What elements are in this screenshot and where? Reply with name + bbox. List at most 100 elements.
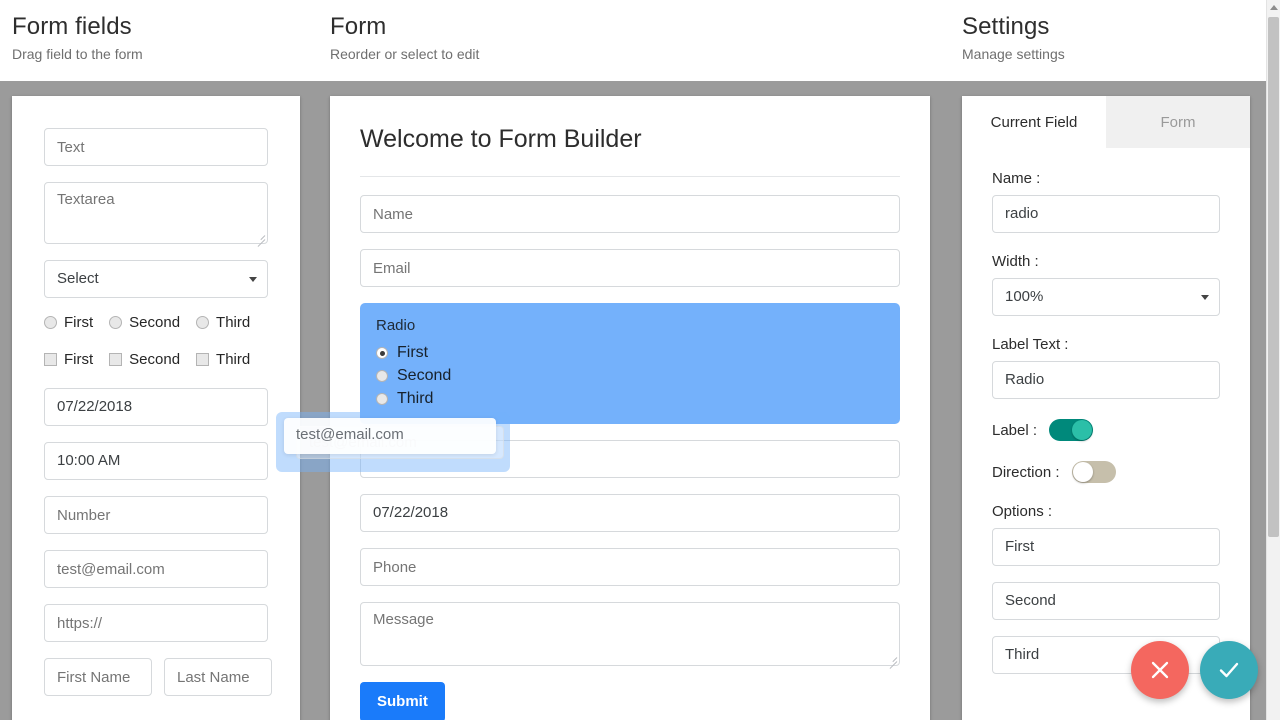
palette-time-field[interactable]: 10:00 AM (44, 442, 268, 480)
settings-options-label: Options : (992, 503, 1220, 520)
settings-panel: Current Field Form Name : radio Width : … (962, 96, 1250, 720)
form-fields-title: Form fields (12, 0, 143, 41)
form-builder-app: Form fields Drag field to the form Form … (0, 0, 1280, 720)
header-column-form: Form Reorder or select to edit (330, 0, 479, 63)
form-divider (360, 176, 900, 177)
palette-date-field[interactable]: 07/22/2018 (44, 388, 268, 426)
palette-select-field[interactable]: Select (44, 260, 268, 298)
settings-label-text-input[interactable]: Radio (992, 361, 1220, 399)
form-name-input[interactable] (360, 195, 900, 233)
palette-textarea-wrap (44, 182, 268, 244)
palette-checkbox-label: First (64, 351, 93, 368)
radio-icon (376, 370, 388, 382)
form-email-row (360, 249, 900, 287)
form-submit-button[interactable]: Submit (360, 682, 445, 720)
header-column-form-fields: Form fields Drag field to the form (12, 0, 143, 63)
radio-icon (109, 316, 122, 329)
settings-title: Settings (962, 0, 1065, 41)
palette-last-name-field[interactable] (164, 658, 272, 696)
palette-radio-label: Second (129, 314, 180, 331)
settings-direction-toggle-label: Direction : (992, 464, 1060, 481)
palette-radio-group[interactable]: First Second Third (44, 314, 268, 331)
form-canvas-panel: Welcome to Form Builder Radio First Seco… (330, 96, 930, 720)
form-radio-option[interactable]: First (376, 344, 884, 362)
form-dropzone-input[interactable] (360, 440, 900, 478)
tab-current-field[interactable]: Current Field (962, 96, 1106, 148)
palette-radio-label: Third (216, 314, 250, 331)
settings-label-toggle-row: Label : (992, 419, 1220, 441)
form-radio-option-label: Second (397, 367, 451, 385)
settings-label-toggle[interactable] (1049, 419, 1093, 441)
palette-url-field[interactable] (44, 604, 268, 642)
tab-form[interactable]: Form (1106, 96, 1250, 148)
palette-radio-label: First (64, 314, 93, 331)
form-radio-option[interactable]: Third (376, 390, 884, 408)
page-header: Form fields Drag field to the form Form … (0, 0, 1266, 81)
checkbox-icon (196, 353, 209, 366)
palette-radio-option[interactable]: First (44, 314, 93, 331)
form-radio-option-label: Third (397, 390, 433, 408)
palette-number-field[interactable] (44, 496, 268, 534)
palette-first-name-field[interactable] (44, 658, 152, 696)
palette-checkbox-group[interactable]: First Second Third (44, 351, 268, 368)
toggle-knob (1072, 420, 1092, 440)
settings-width-select-wrap: 100% (992, 278, 1220, 316)
palette-checkbox-option[interactable]: Third (196, 351, 250, 368)
palette-checkbox-option[interactable]: Second (109, 351, 180, 368)
settings-tabs: Current Field Form (962, 96, 1250, 148)
settings-width-group: Width : 100% (992, 253, 1220, 316)
palette-select-wrap: Select (44, 260, 268, 298)
palette-radio-option[interactable]: Third (196, 314, 250, 331)
cancel-fab-button[interactable] (1131, 641, 1189, 699)
form-title: Form (330, 0, 479, 41)
radio-icon (196, 316, 209, 329)
settings-name-group: Name : radio (992, 170, 1220, 233)
settings-name-input[interactable]: radio (992, 195, 1220, 233)
checkbox-icon (109, 353, 122, 366)
settings-direction-toggle-row: Direction : (992, 461, 1220, 483)
settings-option-input[interactable]: First (992, 528, 1220, 566)
chevron-up-icon (1270, 5, 1278, 10)
form-heading: Welcome to Form Builder (360, 124, 900, 154)
header-column-settings: Settings Manage settings (962, 0, 1065, 63)
form-phone-input[interactable] (360, 548, 900, 586)
form-name-row (360, 195, 900, 233)
palette-text-field[interactable] (44, 128, 268, 166)
form-radio-option-label: First (397, 344, 428, 362)
form-phone-row (360, 548, 900, 586)
form-message-row (360, 602, 900, 666)
toggle-knob (1073, 462, 1093, 482)
radio-icon (44, 316, 57, 329)
settings-label-text-group: Label Text : Radio (992, 336, 1220, 399)
accept-fab-button[interactable] (1200, 641, 1258, 699)
form-dropzone-row (360, 440, 900, 478)
scrollbar-thumb[interactable] (1268, 17, 1279, 537)
close-icon (1147, 657, 1173, 683)
settings-subtitle: Manage settings (962, 41, 1065, 63)
settings-label-text-label: Label Text : (992, 336, 1220, 353)
palette-name-field-group (44, 658, 268, 696)
form-date-input[interactable]: 07/22/2018 (360, 494, 900, 532)
settings-direction-toggle[interactable] (1072, 461, 1116, 483)
form-radio-field-selected[interactable]: Radio First Second Third (360, 303, 900, 424)
form-message-input[interactable] (360, 602, 900, 666)
page-scrollbar[interactable] (1266, 0, 1280, 720)
palette-email-field[interactable] (44, 550, 268, 588)
palette-checkbox-option[interactable]: First (44, 351, 93, 368)
form-subtitle: Reorder or select to edit (330, 41, 479, 63)
form-radio-label: Radio (376, 317, 884, 334)
radio-icon (376, 393, 388, 405)
form-fields-subtitle: Drag field to the form (12, 41, 143, 63)
palette-checkbox-label: Third (216, 351, 250, 368)
form-radio-option[interactable]: Second (376, 367, 884, 385)
check-icon (1215, 656, 1243, 684)
palette-radio-option[interactable]: Second (109, 314, 180, 331)
settings-options-group: Options : First Second Third (992, 503, 1220, 674)
form-email-input[interactable] (360, 249, 900, 287)
scroll-up-button[interactable] (1267, 0, 1280, 15)
settings-width-select[interactable]: 100% (992, 278, 1220, 316)
field-palette-panel: Select First Second Third (12, 96, 300, 720)
palette-textarea-field[interactable] (44, 182, 268, 244)
form-date-row: 07/22/2018 (360, 494, 900, 532)
settings-option-input[interactable]: Second (992, 582, 1220, 620)
